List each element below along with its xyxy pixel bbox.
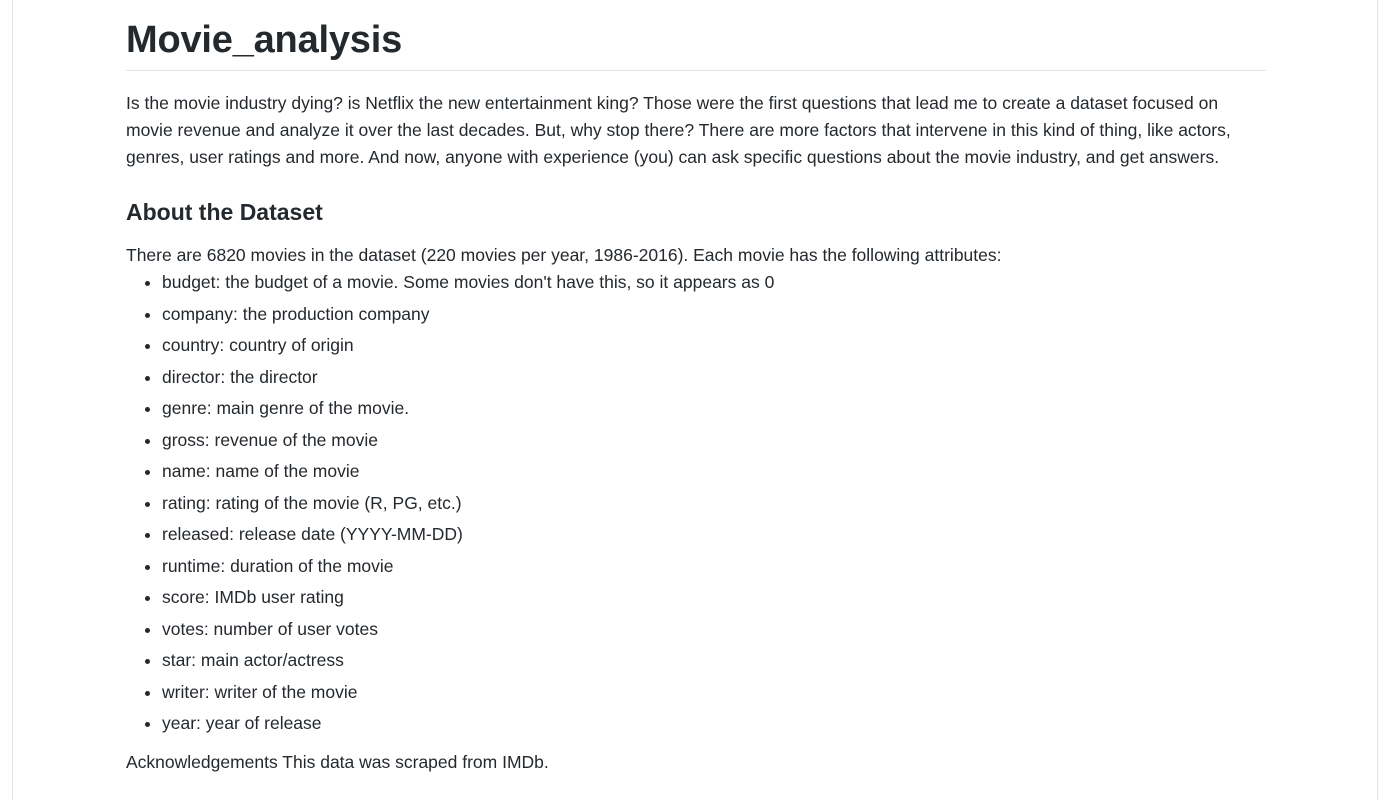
list-item: name: name of the movie: [162, 458, 1266, 485]
attribute-list: budget: the budget of a movie. Some movi…: [126, 269, 1266, 737]
list-item: year: year of release: [162, 710, 1266, 737]
list-item: gross: revenue of the movie: [162, 427, 1266, 454]
list-item: star: main actor/actress: [162, 647, 1266, 674]
list-item: rating: rating of the movie (R, PG, etc.…: [162, 490, 1266, 517]
readme-content: Movie_analysis Is the movie industry dyi…: [126, 0, 1266, 776]
list-item: runtime: duration of the movie: [162, 553, 1266, 580]
list-item: company: the production company: [162, 301, 1266, 328]
list-item: score: IMDb user rating: [162, 584, 1266, 611]
list-item: budget: the budget of a movie. Some movi…: [162, 269, 1266, 296]
section-heading-about-dataset: About the Dataset: [126, 199, 323, 225]
list-item: released: release date (YYYY-MM-DD): [162, 521, 1266, 548]
list-item: genre: main genre of the movie.: [162, 395, 1266, 422]
dataset-intro-paragraph: There are 6820 movies in the dataset (22…: [126, 245, 1002, 265]
list-item: director: the director: [162, 364, 1266, 391]
list-item: votes: number of user votes: [162, 616, 1266, 643]
acknowledgements-paragraph: Acknowledgements This data was scraped f…: [126, 752, 549, 772]
list-item: country: country of origin: [162, 332, 1266, 359]
page-title: Movie_analysis: [126, 0, 1266, 71]
intro-paragraph: Is the movie industry dying? is Netflix …: [126, 93, 1231, 167]
list-item: writer: writer of the movie: [162, 679, 1266, 706]
